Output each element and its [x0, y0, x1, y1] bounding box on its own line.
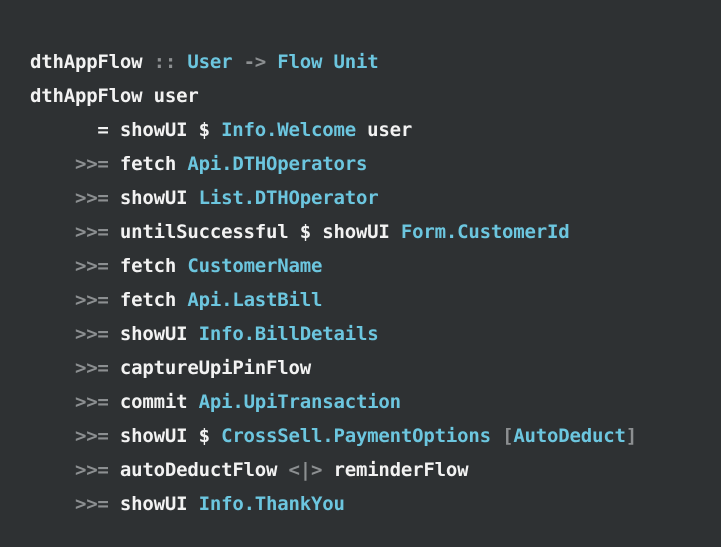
code-line: dthAppFlow user — [30, 79, 721, 113]
code-operator: <|> — [288, 459, 323, 481]
code-line: >>= untilSuccessful $ showUI Form.Custom… — [30, 215, 721, 249]
code-type-name: AutoDeduct — [513, 425, 626, 447]
code-line: >>= fetch CustomerName — [30, 249, 721, 283]
code-operator: :: — [142, 51, 188, 73]
code-line: >>= showUI Info.ThankYou — [30, 487, 721, 521]
code-type-name: User — [187, 51, 233, 73]
code-operator: >>= — [30, 153, 109, 175]
code-operator: >>= — [30, 391, 109, 413]
code-type-name: List.DTHOperator — [198, 187, 379, 209]
code-identifier: fetch — [108, 255, 188, 277]
code-type-name: Info.BillDetails — [198, 323, 379, 345]
code-type-name: Unit — [333, 51, 379, 73]
code-identifier: dthAppFlow user — [30, 85, 199, 107]
code-type-name: Info.Welcome — [221, 119, 356, 141]
code-operator: >>= — [30, 255, 109, 277]
code-line: >>= showUI Info.BillDetails — [30, 317, 721, 351]
code-identifier: autoDeductFlow — [108, 459, 289, 481]
code-identifier: commit — [108, 391, 199, 413]
code-type-name: Form.CustomerId — [400, 221, 570, 243]
code-type-name: Info.ThankYou — [198, 493, 345, 515]
code-type-name: CrossSell.PaymentOptions — [221, 425, 491, 447]
code-type-name: CustomerName — [187, 255, 323, 277]
code-line: >>= fetch Api.DTHOperators — [30, 147, 721, 181]
code-type-name: Flow — [277, 51, 323, 73]
code-line: >>= fetch Api.LastBill — [30, 283, 721, 317]
code-line: >>= showUI $ CrossSell.PaymentOptions [A… — [30, 419, 721, 453]
code-identifier — [322, 51, 333, 73]
code-line: = showUI $ Info.Welcome user — [30, 113, 721, 147]
code-operator: >>= — [30, 493, 109, 515]
code-identifier: untilSuccessful $ showUI — [108, 221, 401, 243]
code-operator: >>= — [30, 187, 109, 209]
code-identifier: showUI — [108, 493, 199, 515]
code-identifier: fetch — [108, 289, 188, 311]
code-identifier: user — [355, 119, 413, 141]
code-identifier: captureUpiPinFlow — [108, 357, 311, 379]
code-identifier: = showUI $ — [30, 119, 222, 141]
code-line: >>= autoDeductFlow <|> reminderFlow — [30, 453, 721, 487]
code-type-name: Api.UpiTransaction — [198, 391, 402, 413]
code-operator: >>= — [30, 289, 109, 311]
code-operator: >>= — [30, 425, 109, 447]
code-identifier: showUI — [108, 323, 199, 345]
code-identifier: fetch — [108, 153, 188, 175]
code-operator: ] — [625, 425, 637, 447]
code-identifier: dthAppFlow — [30, 51, 143, 73]
code-line: >>= showUI List.DTHOperator — [30, 181, 721, 215]
code-line: dthAppFlow :: User -> Flow Unit — [30, 45, 721, 79]
code-operator: [ — [490, 425, 514, 447]
code-operator: >>= — [30, 357, 109, 379]
code-type-name: Api.LastBill — [187, 289, 323, 311]
code-operator: >>= — [30, 459, 109, 481]
code-identifier: showUI $ — [108, 425, 222, 447]
code-identifier: showUI — [108, 187, 199, 209]
code-type-name: Api.DTHOperators — [187, 153, 368, 175]
code-block: dthAppFlow :: User -> Flow Unit dthAppFlo… — [0, 0, 721, 547]
code-line: >>= commit Api.UpiTransaction — [30, 385, 721, 419]
code-line: >>= captureUpiPinFlow — [30, 351, 721, 385]
code-identifier: reminderFlow — [322, 459, 469, 481]
code-operator: >>= — [30, 323, 109, 345]
code-operator: -> — [232, 51, 278, 73]
code-operator: >>= — [30, 221, 109, 243]
